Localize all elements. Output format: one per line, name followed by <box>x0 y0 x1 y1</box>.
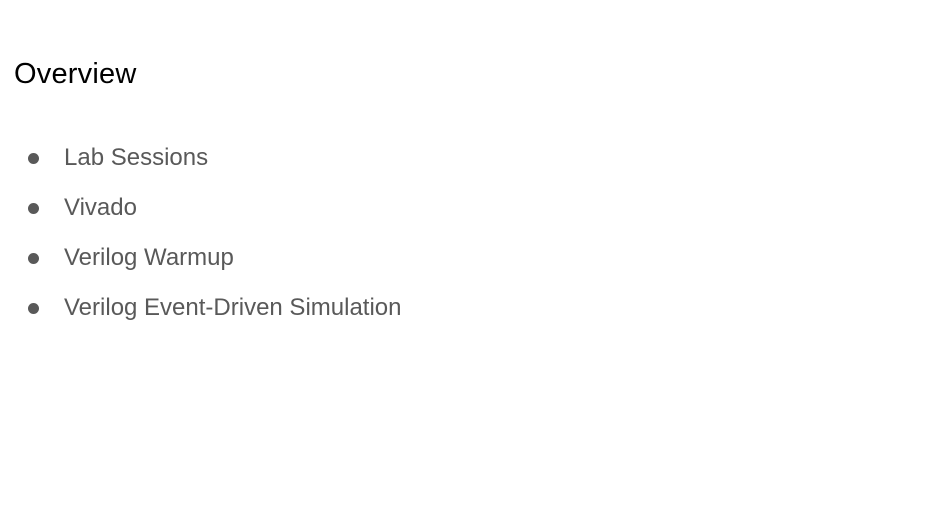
bullet-text: Verilog Event-Driven Simulation <box>64 294 402 321</box>
bullet-dot-icon <box>28 203 39 214</box>
bullet-dot-icon <box>28 253 39 264</box>
bullet-text: Lab Sessions <box>64 144 209 171</box>
bullet-dot-icon <box>28 303 39 314</box>
slide-title: Overview <box>14 58 137 90</box>
bullet-dot-icon <box>28 153 39 164</box>
bullet-text: Verilog Warmup <box>64 244 234 271</box>
slide: Overview Lab Sessions Vivado Verilog War… <box>0 0 940 530</box>
bullet-text: Vivado <box>64 194 137 221</box>
